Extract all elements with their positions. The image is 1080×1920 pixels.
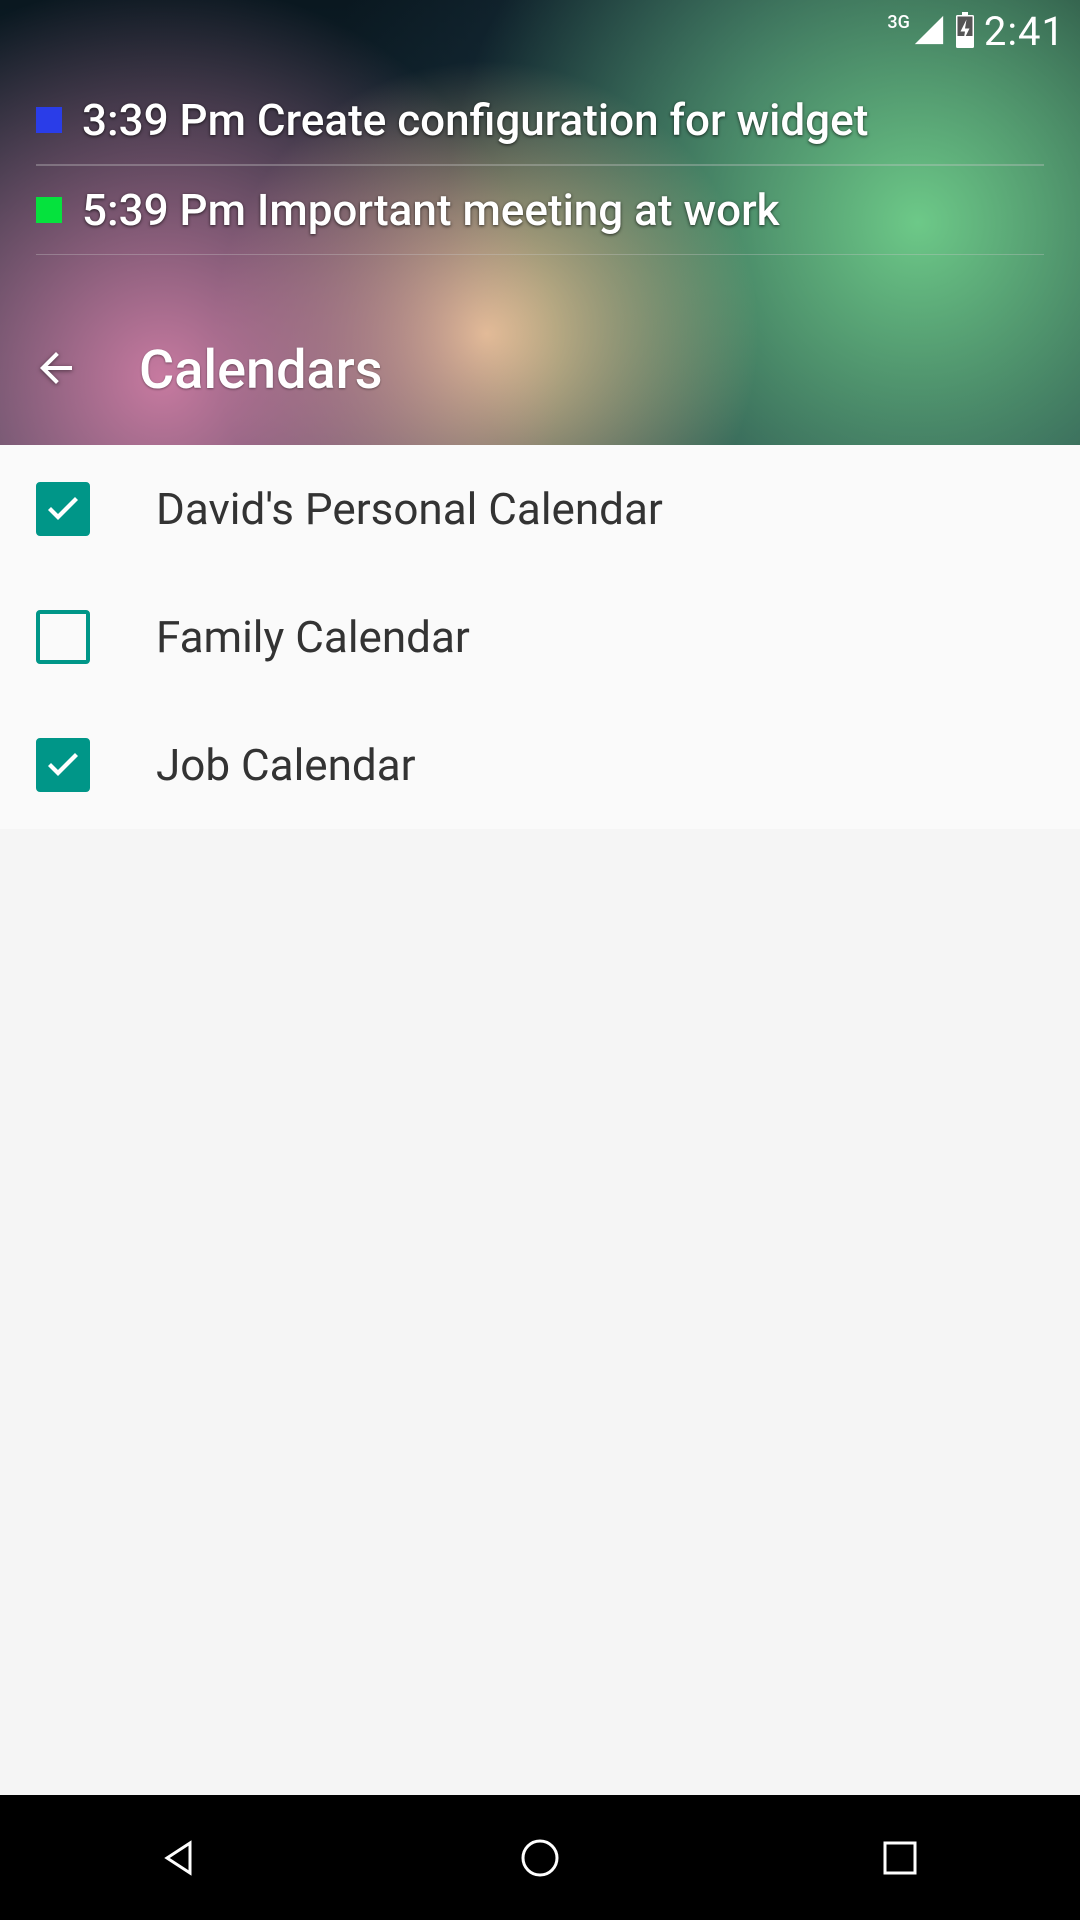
calendar-label: Job Calendar xyxy=(156,739,416,791)
circle-home-icon xyxy=(515,1833,565,1883)
page-title: Calendars xyxy=(139,339,383,402)
check-icon xyxy=(43,487,83,531)
status-bar: 3G 2:41 xyxy=(0,0,1080,63)
checkbox-checked[interactable] xyxy=(36,482,90,536)
calendar-label: David's Personal Calendar xyxy=(156,483,663,535)
calendar-row-job[interactable]: Job Calendar xyxy=(0,701,1080,829)
navigation-bar xyxy=(0,1795,1080,1920)
calendar-widget: 3:39 Pm Create configuration for widget … xyxy=(36,88,1044,255)
status-clock: 2:41 xyxy=(984,8,1065,55)
arrow-left-icon xyxy=(32,344,80,396)
calendar-label: Family Calendar xyxy=(156,611,470,663)
square-recent-icon xyxy=(877,1835,923,1881)
calendar-row-family[interactable]: Family Calendar xyxy=(0,573,1080,701)
widget-event[interactable]: 3:39 Pm Create configuration for widget xyxy=(36,88,1044,165)
network-type: 3G xyxy=(887,12,910,33)
event-text: 3:39 Pm Create configuration for widget xyxy=(82,94,868,146)
event-text: 5:39 Pm Important meeting at work xyxy=(82,184,780,236)
checkbox-unchecked[interactable] xyxy=(36,610,90,664)
event-color-chip xyxy=(36,197,62,223)
signal-icon xyxy=(912,13,946,51)
back-button[interactable] xyxy=(28,342,84,398)
check-icon xyxy=(43,743,83,787)
widget-event[interactable]: 5:39 Pm Important meeting at work xyxy=(36,165,1044,255)
nav-recent-button[interactable] xyxy=(810,1818,990,1898)
app-bar: Calendars xyxy=(0,296,1080,444)
calendar-list: David's Personal Calendar Family Calenda… xyxy=(0,445,1080,829)
event-color-chip xyxy=(36,107,62,133)
battery-charging-icon xyxy=(954,12,976,52)
checkbox-checked[interactable] xyxy=(36,738,90,792)
nav-back-button[interactable] xyxy=(90,1818,270,1898)
triangle-back-icon xyxy=(155,1833,205,1883)
calendar-row-personal[interactable]: David's Personal Calendar xyxy=(0,445,1080,573)
nav-home-button[interactable] xyxy=(450,1818,630,1898)
